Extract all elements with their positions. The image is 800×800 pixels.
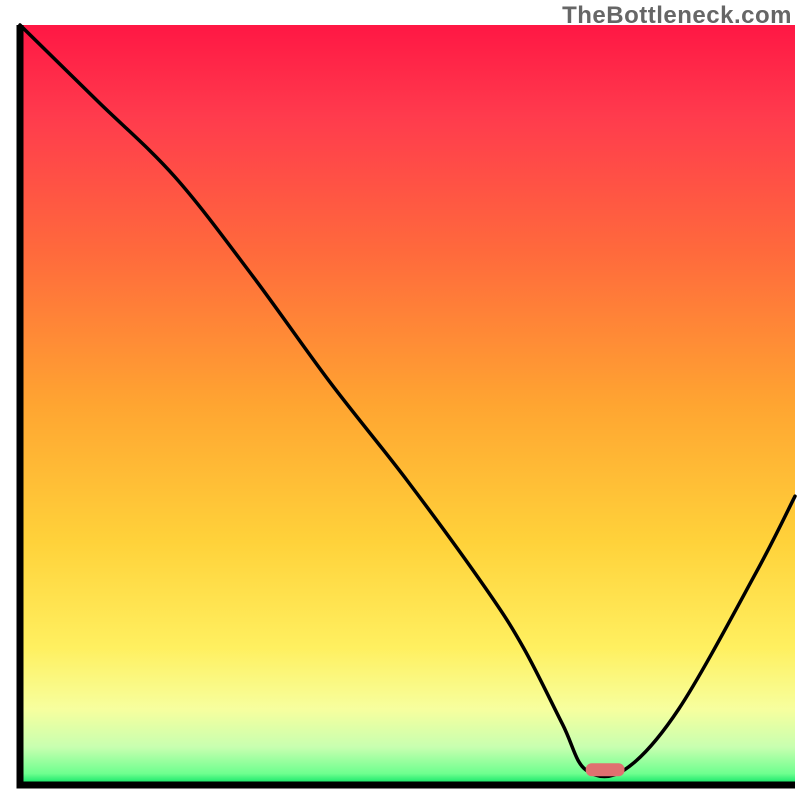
optimal-marker xyxy=(586,763,625,776)
watermark-text: TheBottleneck.com xyxy=(562,2,792,30)
chart-container: TheBottleneck.com xyxy=(0,0,800,800)
bottleneck-chart xyxy=(0,0,800,800)
